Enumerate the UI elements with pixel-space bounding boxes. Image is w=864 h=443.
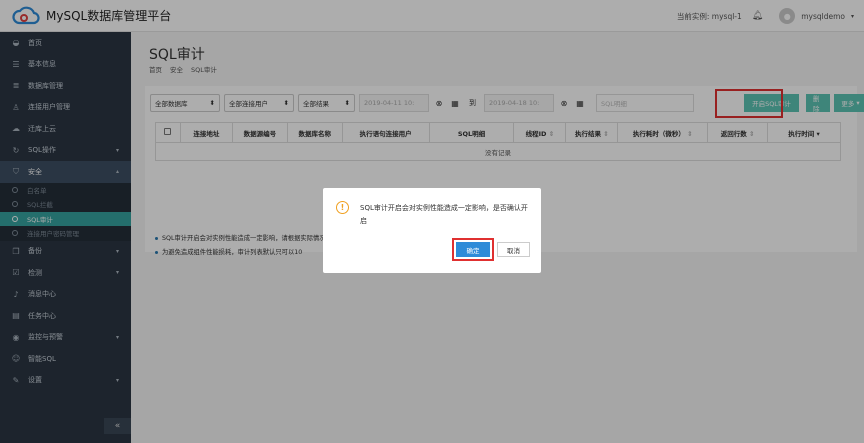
dialog-message: SQL审计开启会对实例性能造成一定影响，是否确认开启 — [360, 204, 528, 225]
warning-icon: ! — [336, 201, 349, 214]
highlight-box — [452, 238, 494, 261]
confirm-dialog: ! SQL审计开启会对实例性能造成一定影响，是否确认开启 确定 取消 — [323, 188, 541, 273]
confirm-cancel-button[interactable]: 取消 — [497, 242, 530, 257]
